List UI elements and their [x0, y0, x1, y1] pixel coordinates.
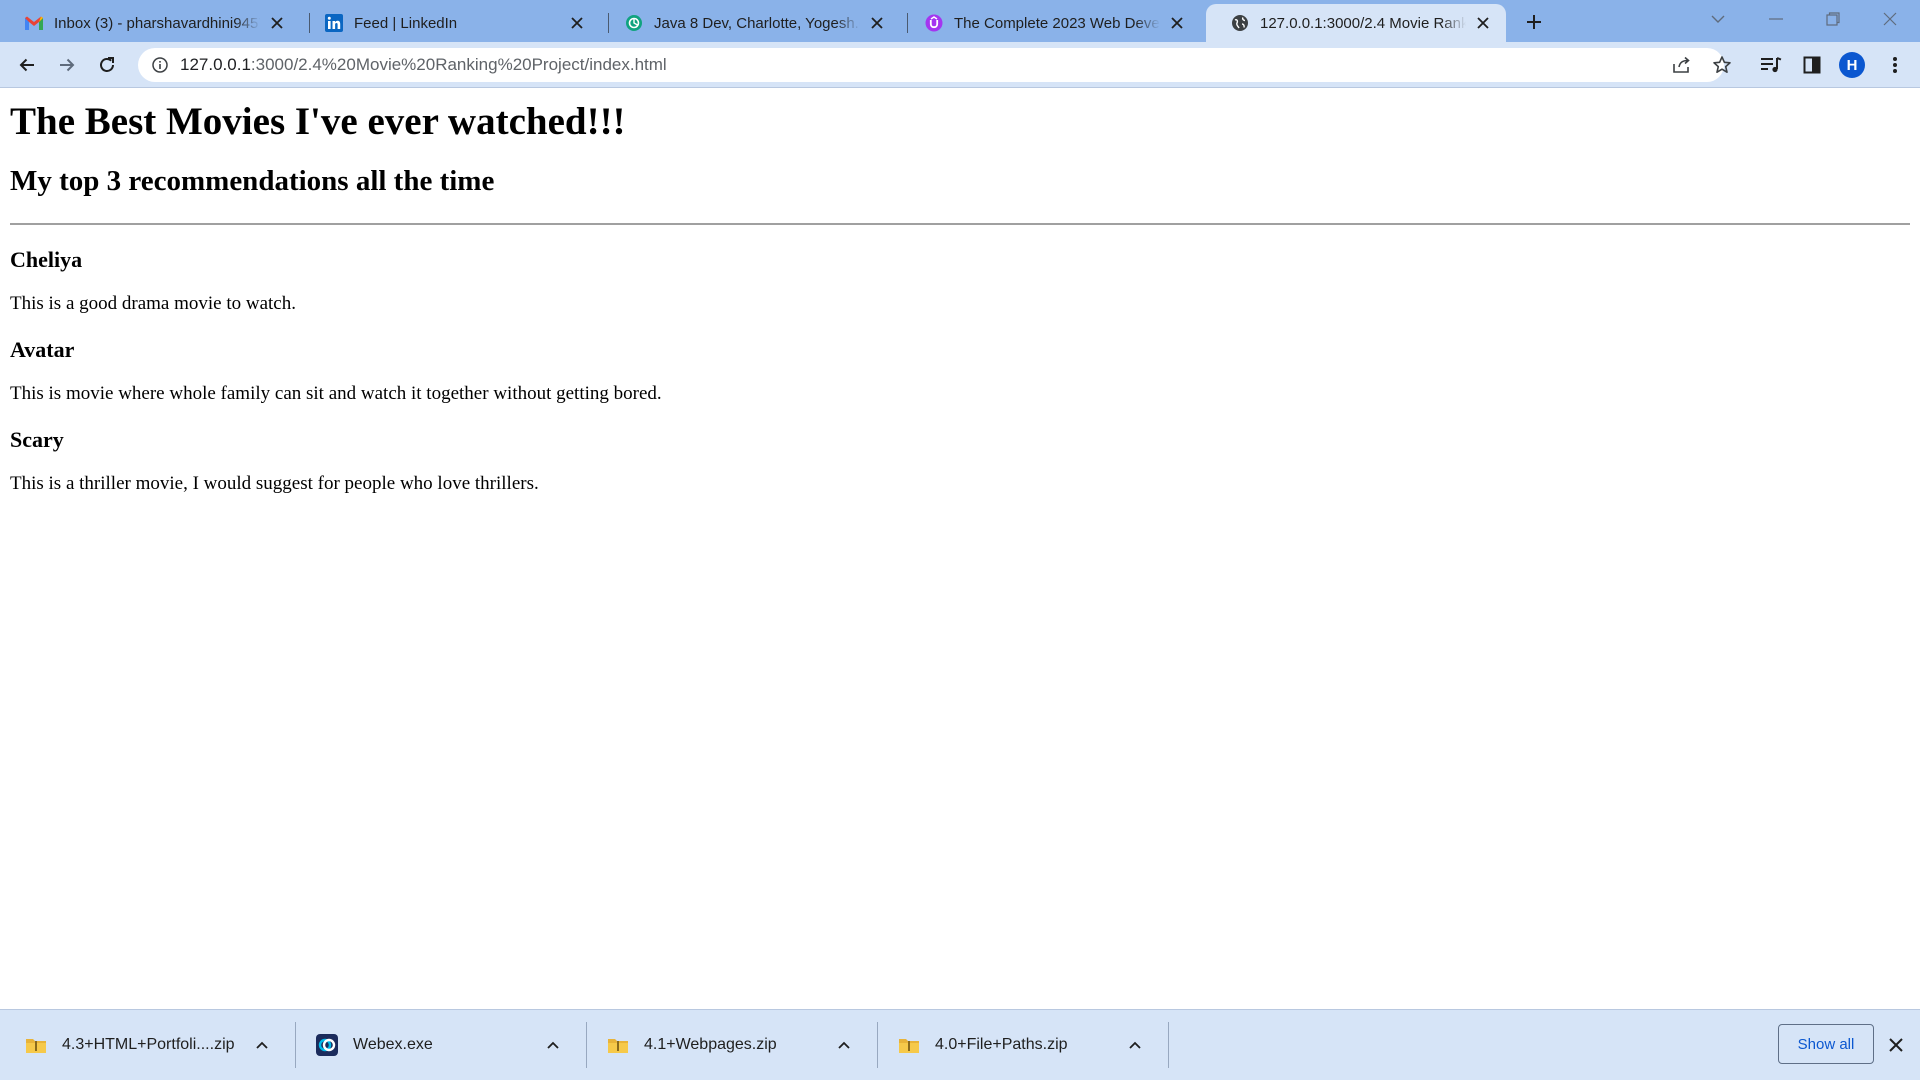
minimize-button[interactable] [1748, 0, 1804, 38]
tab-linkedin[interactable]: Feed | LinkedIn [300, 4, 600, 42]
chevron-up-icon[interactable] [832, 1033, 856, 1057]
movie-title: Avatar [10, 337, 75, 362]
tab-title: Inbox (3) - pharshavardhini9457@gmail.co… [54, 14, 260, 32]
movie-entry: Scary This is a thriller movie, I would … [10, 427, 1910, 495]
media-controls-icon[interactable] [1757, 51, 1785, 79]
movie-description: This is movie where whole family can sit… [10, 383, 662, 404]
movie-title: Scary [10, 427, 64, 452]
download-separator [1168, 1022, 1169, 1068]
site-info-icon[interactable] [150, 55, 170, 75]
tab-udemy[interactable]: The Complete 2023 Web Development Bootca… [900, 4, 1200, 42]
tab-chatgpt[interactable]: Java 8 Dev, Charlotte, Yogesh.gupta [600, 4, 900, 42]
page-title: The Best Movies I've ever watched!!! [10, 100, 626, 143]
download-filename: 4.1+Webpages.zip [644, 1036, 777, 1053]
movie-title: Cheliya [10, 247, 83, 272]
close-icon[interactable] [866, 12, 888, 34]
side-panel-icon[interactable] [1798, 51, 1826, 79]
udemy-icon [924, 13, 944, 33]
download-shelf: 4.3+HTML+Portfoli....zip Webex.exe 4.1+W… [0, 1009, 1920, 1080]
movie-description: This is a thriller movie, I would sugges… [10, 473, 539, 494]
chevron-up-icon[interactable] [1123, 1033, 1147, 1057]
tab-title: Java 8 Dev, Charlotte, Yogesh.gupta [654, 14, 860, 32]
tab-gmail[interactable]: Inbox (3) - pharshavardhini9457@gmail.co… [0, 4, 300, 42]
address-bar[interactable]: 127.0.0.1:3000/2.4%20Movie%20Ranking%20P… [138, 48, 1731, 82]
tab-search-button[interactable] [1690, 0, 1746, 38]
zip-folder-icon [24, 1033, 48, 1057]
restore-button[interactable] [1805, 0, 1861, 38]
download-item[interactable]: 4.0+File+Paths.zip [873, 1010, 1163, 1080]
profile-avatar[interactable]: H [1839, 52, 1865, 78]
tab-title: Feed | LinkedIn [354, 14, 458, 32]
gmail-icon [24, 13, 44, 33]
download-item[interactable]: 4.3+HTML+Portfoli....zip [0, 1010, 290, 1080]
download-filename: Webex.exe [353, 1036, 433, 1053]
webex-icon [315, 1033, 339, 1057]
download-filename: 4.0+File+Paths.zip [935, 1036, 1068, 1053]
share-icon[interactable] [1668, 52, 1696, 78]
zip-folder-icon [897, 1033, 921, 1057]
movie-entry: Cheliya This is a good drama movie to wa… [10, 247, 1910, 315]
window-close-button[interactable] [1862, 0, 1918, 38]
chevron-up-icon[interactable] [250, 1033, 274, 1057]
linkedin-icon [324, 13, 344, 33]
close-icon[interactable] [1472, 12, 1494, 34]
kebab-menu-icon[interactable] [1881, 51, 1909, 79]
tab-title: The Complete 2023 Web Development Bootca… [954, 14, 1160, 32]
movie-entry: Avatar This is movie where whole family … [10, 337, 1910, 405]
show-all-button[interactable]: Show all [1778, 1024, 1874, 1064]
forward-button[interactable] [51, 49, 83, 81]
divider [10, 223, 1910, 225]
download-filename: 4.3+HTML+Portfoli....zip [62, 1036, 235, 1053]
url-host: 127.0.0.1 [180, 55, 251, 74]
zip-folder-icon [606, 1033, 630, 1057]
new-tab-button[interactable] [1520, 8, 1548, 36]
download-item[interactable]: 4.1+Webpages.zip [582, 1010, 872, 1080]
page-subtitle: My top 3 recommendations all the time [10, 165, 495, 197]
reload-button[interactable] [91, 49, 123, 81]
close-icon[interactable] [266, 12, 288, 34]
movie-description: This is a good drama movie to watch. [10, 293, 296, 314]
browser-toolbar: 127.0.0.1:3000/2.4%20Movie%20Ranking%20P… [0, 42, 1920, 88]
tab-title: 127.0.0.1:3000/2.4 Movie Ranking Project [1260, 14, 1466, 32]
tab-movie-ranking[interactable]: 127.0.0.1:3000/2.4 Movie Ranking Project [1206, 4, 1506, 42]
url-path: :3000/2.4%20Movie%20Ranking%20Project/in… [250, 55, 667, 74]
close-icon[interactable] [1883, 1032, 1909, 1058]
close-icon[interactable] [566, 12, 588, 34]
page-content: The Best Movies I've ever watched!!! My … [0, 89, 1920, 1009]
close-icon[interactable] [1166, 12, 1188, 34]
address-url: 127.0.0.1:3000/2.4%20Movie%20Ranking%20P… [180, 55, 667, 75]
openai-icon [624, 13, 644, 33]
globe-icon [1230, 13, 1250, 33]
bookmark-star-icon[interactable] [1708, 52, 1736, 78]
chevron-up-icon[interactable] [541, 1033, 565, 1057]
tab-strip: Inbox (3) - pharshavardhini9457@gmail.co… [0, 0, 1920, 42]
back-button[interactable] [11, 49, 43, 81]
download-item[interactable]: Webex.exe [291, 1010, 581, 1080]
